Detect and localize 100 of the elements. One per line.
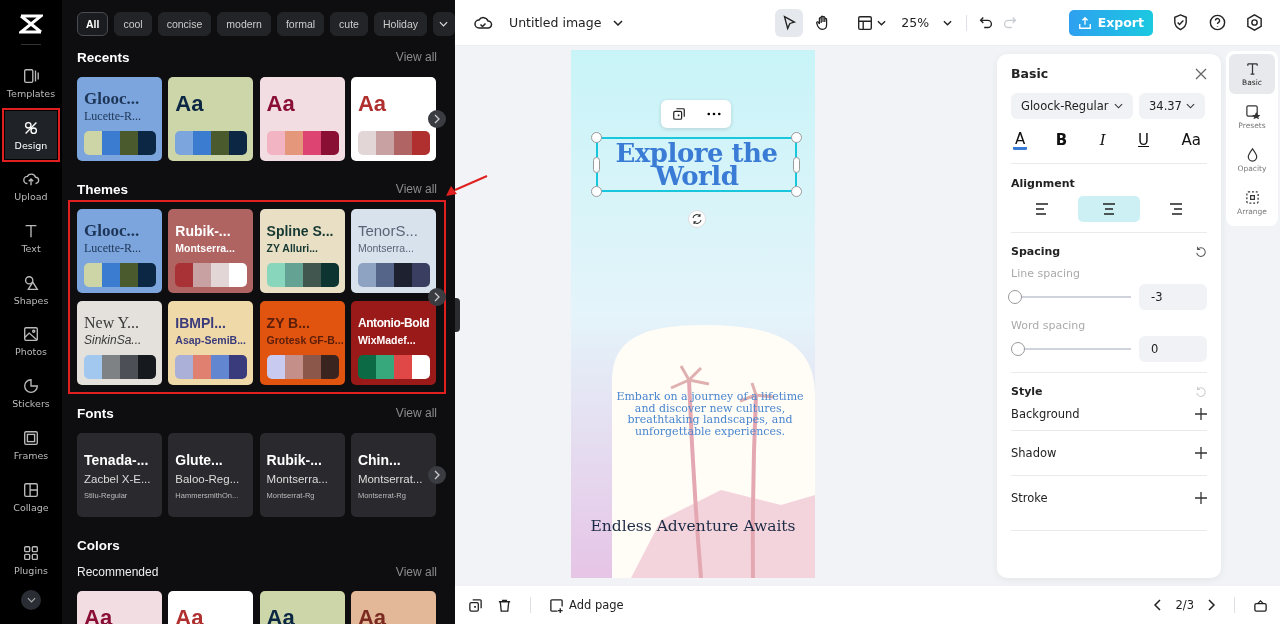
view-all-link[interactable]: View all	[395, 406, 437, 420]
nav-item[interactable]: Frames	[5, 420, 57, 469]
add-icon[interactable]	[1195, 447, 1207, 459]
filter-chip[interactable]: All	[77, 12, 109, 36]
nav-item[interactable]: Design	[5, 110, 57, 159]
view-all-link[interactable]: View all	[395, 565, 437, 579]
value-field[interactable]: 0	[1139, 336, 1207, 362]
section-label: Style	[1011, 385, 1043, 398]
nav-item[interactable]: Collage	[5, 472, 57, 521]
format-button[interactable]: Aa	[1177, 131, 1205, 149]
body-text[interactable]: Embark on a journey of a lifetime and discover new cultures, breathtaking landscapes, and unforgettable experiences.	[607, 391, 813, 437]
align-left-icon	[1035, 203, 1049, 215]
font-title: Rubik-...	[266, 451, 323, 469]
theme-card[interactable]: Aa	[350, 77, 436, 161]
duplicate-page-icon[interactable]	[468, 597, 483, 613]
add-icon[interactable]	[1195, 408, 1207, 420]
resize-handle[interactable]	[591, 186, 602, 197]
font-size-dropdown[interactable]: 34.37	[1139, 93, 1205, 119]
filter-dropdown[interactable]	[433, 12, 455, 36]
resize-handle[interactable]	[593, 157, 600, 173]
file-title-dropdown[interactable]: Untitled image	[509, 15, 624, 30]
card-title: Rubik-...	[175, 222, 232, 241]
filter-chip[interactable]: Holiday	[373, 12, 427, 36]
resize-handle[interactable]	[793, 157, 800, 173]
rotate-handle[interactable]	[688, 210, 706, 228]
card-subtitle: Montserra...	[357, 241, 415, 256]
slider-thumb[interactable]	[1007, 290, 1022, 304]
nav-item[interactable]: Text	[5, 214, 57, 263]
view-all-link[interactable]: View all	[395, 182, 437, 196]
footer-text[interactable]: Endless Adventure Awaits	[571, 517, 815, 535]
caret-icon	[439, 21, 449, 27]
font-subtitle: Montserrat...	[357, 471, 424, 486]
panel-collapse-handle[interactable]	[455, 298, 460, 332]
next-page-icon[interactable]	[1208, 599, 1216, 611]
filter-chip[interactable]: formal	[276, 12, 325, 36]
section-title: Fonts	[77, 405, 114, 421]
color-palette	[84, 355, 156, 379]
nav-item[interactable]: Photos	[5, 317, 57, 366]
theme-card[interactable]: Glooc... Lucette-R...	[77, 209, 162, 293]
card-subtitle: Asap-SemiB...	[175, 333, 247, 348]
theme-card[interactable]: Spline S... ZY Alluri...	[259, 209, 345, 293]
next-arrow-button[interactable]	[428, 110, 446, 128]
pages-panel-icon[interactable]	[1253, 597, 1268, 613]
slider[interactable]	[1011, 290, 1131, 304]
resize-handle[interactable]	[791, 132, 802, 143]
reset-icon[interactable]	[1195, 245, 1207, 258]
format-button[interactable]: B	[1051, 131, 1072, 149]
format-button[interactable]: A	[1013, 130, 1028, 150]
style-option: Background	[1011, 407, 1080, 421]
sample-text: Aa	[266, 90, 296, 118]
filter-chip[interactable]: modern	[217, 12, 271, 36]
format-button[interactable]: I	[1095, 131, 1110, 149]
format-button[interactable]: U	[1134, 131, 1154, 149]
align-center-icon	[1102, 203, 1116, 215]
add-icon[interactable]	[1195, 492, 1207, 504]
add-page-button[interactable]: Add page	[549, 597, 624, 613]
collage-icon	[22, 480, 40, 499]
nav-item[interactable]: Stickers	[5, 369, 57, 418]
filter-chip[interactable]: concise	[157, 12, 212, 36]
nav-item[interactable]: Upload	[5, 162, 57, 211]
filter-chip[interactable]: cute	[330, 12, 368, 36]
next-arrow-button[interactable]	[428, 288, 446, 306]
slider-thumb[interactable]	[1011, 342, 1026, 356]
theme-card[interactable]: Rubik-... Montserra...	[168, 209, 254, 293]
shapes-icon	[22, 273, 40, 292]
theme-card[interactable]: Glooc... Lucette-R...	[77, 77, 162, 161]
sticker-icon	[22, 377, 40, 396]
settings-icon[interactable]	[1245, 13, 1264, 32]
select-tool[interactable]	[775, 8, 804, 37]
expand-button[interactable]	[21, 589, 41, 610]
resize-handle[interactable]	[791, 186, 802, 197]
value-field[interactable]: -3	[1139, 284, 1207, 310]
text-icon	[1244, 61, 1260, 76]
theme-card[interactable]: Aa	[168, 77, 254, 161]
more-icon[interactable]	[706, 112, 721, 116]
duplicate-icon[interactable]	[671, 107, 686, 121]
font-dropdown[interactable]: Gloock-Regular	[1011, 93, 1133, 119]
zoom-dropdown[interactable]: 25%	[897, 15, 957, 30]
previous-page-icon[interactable]	[1153, 599, 1162, 611]
shield-icon[interactable]	[1171, 13, 1190, 32]
theme-card[interactable]: Aa	[259, 77, 345, 161]
help-icon[interactable]	[1208, 13, 1227, 32]
delete-icon[interactable]	[497, 597, 512, 613]
theme-card[interactable]: New Y... SinkinSa...	[77, 301, 162, 385]
nav-item[interactable]: Templates	[5, 59, 57, 107]
align-button[interactable]	[1078, 196, 1140, 222]
filter-chip[interactable]: cool	[114, 12, 152, 36]
close-icon[interactable]	[1195, 67, 1207, 80]
view-all-link[interactable]: View all	[395, 50, 437, 64]
font-title: Glute...	[175, 451, 224, 469]
nav-item[interactable]: Plugins	[5, 536, 57, 585]
nav-item[interactable]: Shapes	[5, 265, 57, 314]
theme-card[interactable]: TenorS... Montserra...	[350, 209, 436, 293]
theme-card[interactable]: IBMPl... Asap-SemiB...	[168, 301, 254, 385]
chevron-right-icon	[434, 470, 440, 480]
theme-card[interactable]: Antonio-Bold WixMadef...	[350, 301, 436, 385]
resize-handle[interactable]	[591, 132, 602, 143]
next-arrow-button[interactable]	[428, 466, 446, 484]
frame-icon	[22, 428, 40, 447]
slider[interactable]	[1011, 342, 1131, 356]
